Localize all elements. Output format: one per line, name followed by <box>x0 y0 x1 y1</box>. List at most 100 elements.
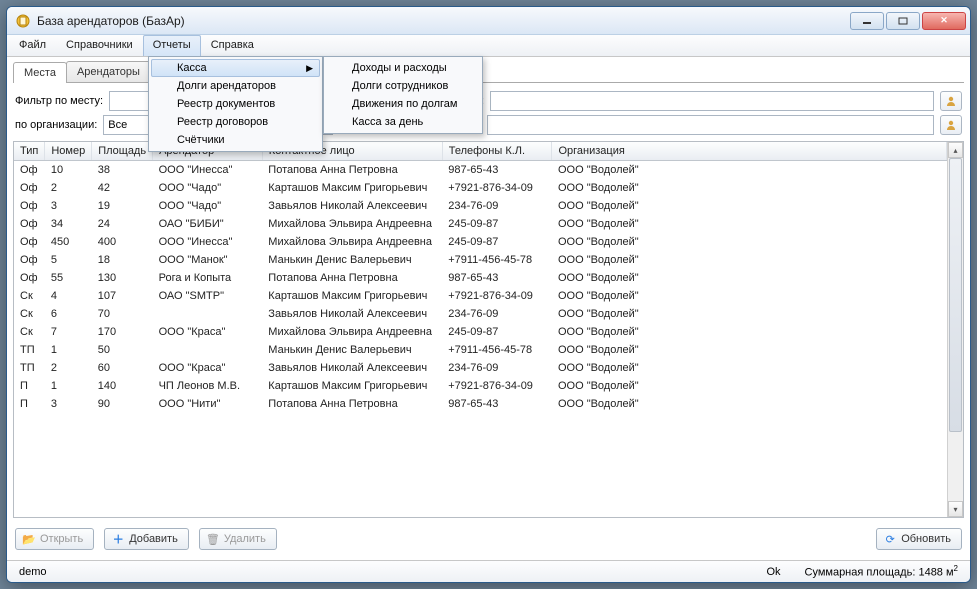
action-toolbar: 📂Открыть ＋Добавить 🗑 Удалить ⟳Обновить <box>13 522 964 558</box>
col-header[interactable]: Тип <box>14 142 45 161</box>
cell: ООО "Чадо" <box>153 197 263 215</box>
table-row[interactable]: Ск670Завьялов Николай Алексеевич234-76-0… <box>14 305 947 323</box>
cell: 50 <box>92 341 153 359</box>
cell: 5 <box>45 251 92 269</box>
cell: 42 <box>92 179 153 197</box>
cell: Потапова Анна Петровна <box>262 269 442 287</box>
cell: ООО "Водолей" <box>552 197 947 215</box>
cell: 3 <box>45 197 92 215</box>
refresh-button-label: Обновить <box>901 533 951 545</box>
add-button[interactable]: ＋Добавить <box>104 528 189 550</box>
cell: ООО "Инесса" <box>153 161 263 180</box>
cell: 18 <box>92 251 153 269</box>
submenu-item[interactable]: Движения по долгам <box>326 95 480 113</box>
cell: 400 <box>92 233 153 251</box>
cell: Оф <box>14 269 45 287</box>
clear-input2-button[interactable] <box>940 115 962 135</box>
cell: ОАО "SMTP" <box>153 287 263 305</box>
col-header[interactable]: Номер <box>45 142 92 161</box>
table-row[interactable]: П390ООО "Нити"Потапова Анна Петровна987-… <box>14 395 947 413</box>
open-button-label: Открыть <box>40 533 83 545</box>
cell: 987-65-43 <box>442 269 552 287</box>
cell: Завьялов Николай Алексеевич <box>262 359 442 377</box>
cell: 234-76-09 <box>442 305 552 323</box>
open-button[interactable]: 📂Открыть <box>15 528 94 550</box>
cell: ООО "Краса" <box>153 323 263 341</box>
submenu-item[interactable]: Долги арендаторов <box>151 77 320 95</box>
table-row[interactable]: Оф1038ООО "Инесса"Потапова Анна Петровна… <box>14 161 947 180</box>
menu-Справочники[interactable]: Справочники <box>56 35 143 56</box>
col-header[interactable]: Организация <box>552 142 947 161</box>
table-row[interactable]: ТП150Манькин Денис Валерьевич+7911-456-4… <box>14 341 947 359</box>
cell: Оф <box>14 179 45 197</box>
menubar: ФайлСправочникиОтчетыСправка <box>7 35 970 57</box>
tab-Арендаторы[interactable]: Арендаторы <box>66 61 151 82</box>
maximize-button[interactable] <box>886 12 920 30</box>
tab-Места[interactable]: Места <box>13 62 67 83</box>
cell: ООО "Водолей" <box>552 395 947 413</box>
cell: Ск <box>14 305 45 323</box>
col-header[interactable]: Телефоны К.Л. <box>442 142 552 161</box>
cell: ООО "Инесса" <box>153 233 263 251</box>
scroll-down-button[interactable]: ▾ <box>948 501 963 517</box>
table-row[interactable]: Ск4107ОАО "SMTP"Карташов Максим Григорье… <box>14 287 947 305</box>
cell: 130 <box>92 269 153 287</box>
menu-Отчеты[interactable]: Отчеты <box>143 35 201 56</box>
cell: ООО "Водолей" <box>552 251 947 269</box>
submenu-item[interactable]: Касса▶ <box>151 59 320 77</box>
cell: 245-09-87 <box>442 233 552 251</box>
scroll-up-button[interactable]: ▴ <box>948 142 963 158</box>
menu-Справка[interactable]: Справка <box>201 35 264 56</box>
app-window: База арендаторов (БазАр) ✕ ФайлСправочни… <box>6 6 971 583</box>
app-icon <box>15 13 31 29</box>
cell: +7921-876-34-09 <box>442 377 552 395</box>
status-sum-label: Суммарная площадь: <box>805 567 916 579</box>
col-header[interactable]: Площадь <box>92 142 153 161</box>
content-area: Касса▶Долги арендаторовРеестр документов… <box>7 57 970 560</box>
filter-org-value: Все <box>108 119 127 131</box>
submenu-item[interactable]: Счётчики <box>151 131 320 149</box>
cell: Михайлова Эльвира Андреевна <box>262 323 442 341</box>
cell: Ск <box>14 323 45 341</box>
table-row[interactable]: Оф518ООО "Манок"Манькин Денис Валерьевич… <box>14 251 947 269</box>
submenu-item[interactable]: Долги сотрудников <box>326 77 480 95</box>
window-title: База арендаторов (БазАр) <box>37 14 850 28</box>
table-row[interactable]: Ск7170ООО "Краса"Михайлова Эльвира Андре… <box>14 323 947 341</box>
refresh-button[interactable]: ⟳Обновить <box>876 528 962 550</box>
filter-input-2[interactable] <box>487 115 934 135</box>
minimize-button[interactable] <box>850 12 884 30</box>
cell: 1 <box>45 341 92 359</box>
data-table[interactable]: ТипНомерПлощадьАрендаторКонтактное лицоТ… <box>14 142 947 413</box>
cell: 987-65-43 <box>442 161 552 180</box>
table-row[interactable]: Оф450400ООО "Инесса"Михайлова Эльвира Ан… <box>14 233 947 251</box>
table-row[interactable]: Оф55130Рога и КопытаПотапова Анна Петров… <box>14 269 947 287</box>
close-button[interactable]: ✕ <box>922 12 966 30</box>
table-row[interactable]: Оф3424ОАО "БИБИ"Михайлова Эльвира Андрее… <box>14 215 947 233</box>
table-row[interactable]: Оф319ООО "Чадо"Завьялов Николай Алексеев… <box>14 197 947 215</box>
cell <box>153 305 263 323</box>
person-icon <box>945 119 957 131</box>
vertical-scrollbar[interactable]: ▴ ▾ <box>947 142 963 517</box>
cell: 2 <box>45 359 92 377</box>
delete-button[interactable]: 🗑 Удалить <box>199 528 277 550</box>
cell: 55 <box>45 269 92 287</box>
filter-org-label: по организации: <box>15 119 97 131</box>
table-row[interactable]: П1140ЧП Леонов М.В.Карташов Максим Григо… <box>14 377 947 395</box>
filter-contact-input[interactable] <box>490 91 934 111</box>
menu-Файл[interactable]: Файл <box>9 35 56 56</box>
clear-contact-button[interactable] <box>940 91 962 111</box>
cell: 107 <box>92 287 153 305</box>
submenu-item[interactable]: Доходы и расходы <box>326 59 480 77</box>
cell: П <box>14 395 45 413</box>
table-row[interactable]: Оф242ООО "Чадо"Карташов Максим Григорьев… <box>14 179 947 197</box>
table-row[interactable]: ТП260ООО "Краса"Завьялов Николай Алексее… <box>14 359 947 377</box>
cell: Карташов Максим Григорьевич <box>262 377 442 395</box>
filter-place-label: Фильтр по месту: <box>15 95 103 107</box>
trash-icon: 🗑 <box>206 532 220 546</box>
delete-button-label: Удалить <box>224 533 266 545</box>
submenu-item[interactable]: Касса за день <box>326 113 480 131</box>
submenu-item[interactable]: Реестр документов <box>151 95 320 113</box>
submenu-item[interactable]: Реестр договоров <box>151 113 320 131</box>
cell: ТП <box>14 341 45 359</box>
scroll-thumb[interactable] <box>949 158 962 432</box>
